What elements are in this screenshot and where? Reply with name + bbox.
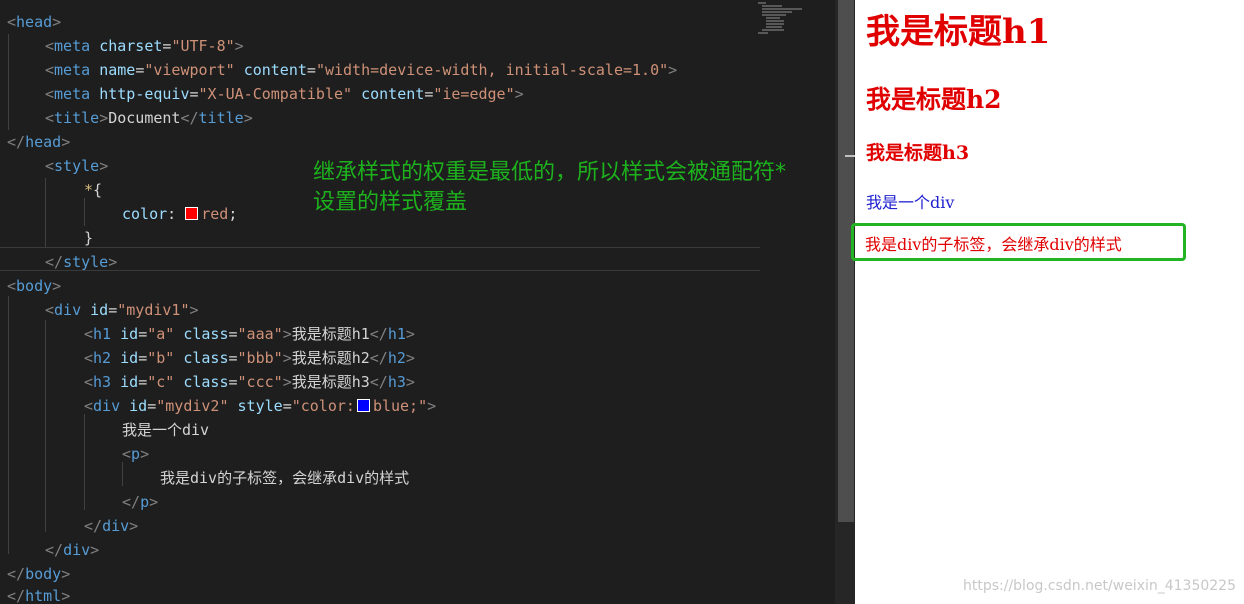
code-line-div-mydiv2[interactable]: <div id="mydiv2" style="color: blue;"> xyxy=(84,394,436,418)
code-line-meta-compat[interactable]: <meta http-equiv="X-UA-Compatible" conte… xyxy=(45,82,524,106)
code-line-div-mydiv1[interactable]: <div id="mydiv1"> xyxy=(45,298,199,322)
code-line-meta-viewport[interactable]: <meta name="viewport" content="width=dev… xyxy=(45,58,677,82)
code-line-h3[interactable]: <h3 id="c" class="ccc">我是标题h3</h3> xyxy=(84,370,415,394)
indent-guide xyxy=(45,320,46,532)
indent-guide xyxy=(45,178,46,248)
code-line-color-red[interactable]: color: red; xyxy=(122,202,237,226)
code-line-body-open[interactable]: <body> xyxy=(7,274,61,298)
code-editor[interactable]: <head> <meta charset="UTF-8"> <meta name… xyxy=(0,0,855,604)
code-line-div-close-inner[interactable]: </div> xyxy=(84,514,138,538)
current-line-border-top xyxy=(0,247,760,248)
indent-guide xyxy=(8,296,9,554)
indent-guide xyxy=(84,198,85,226)
code-line-title[interactable]: <title>Document</title> xyxy=(45,106,253,130)
code-line-html-close[interactable]: </html> xyxy=(7,584,70,604)
code-line-style-open[interactable]: <style> xyxy=(45,154,108,178)
color-swatch-red[interactable] xyxy=(185,207,199,220)
preview-paragraph-text: 我是div的子标签，会继承div的样式 xyxy=(865,235,1122,254)
code-line-style-close[interactable]: </style> xyxy=(45,250,117,274)
preview-div-text: 我是一个div xyxy=(866,193,955,212)
minimap[interactable] xyxy=(758,0,806,40)
indent-guide xyxy=(8,34,9,130)
code-line-p-open[interactable]: <p> xyxy=(122,442,149,466)
scrollbar-marker xyxy=(845,155,855,157)
code-line-p-text[interactable]: 我是div的子标签，会继承div的样式 xyxy=(160,466,409,490)
code-line-meta-charset[interactable]: <meta charset="UTF-8"> xyxy=(45,34,244,58)
vertical-scrollbar-thumb[interactable] xyxy=(838,0,854,522)
browser-preview: 我是标题h1 我是标题h2 我是标题h3 我是一个div 我是div的子标签，会… xyxy=(851,0,1244,604)
preview-heading-h2: 我是标题h2 xyxy=(866,85,1002,114)
code-line-brace-close[interactable]: } xyxy=(84,226,93,250)
annotation-text: 继承样式的权重是最低的，所以样式会被通配符* 设置的样式覆盖 xyxy=(313,160,787,215)
code-line-h2[interactable]: <h2 id="b" class="bbb">我是标题h2</h2> xyxy=(84,346,415,370)
code-line-head-close[interactable]: </head> xyxy=(7,130,70,154)
preview-heading-h3: 我是标题h3 xyxy=(866,142,970,164)
code-line-body-close[interactable]: </body> xyxy=(7,562,70,586)
code-line-h1[interactable]: <h1 id="a" class="aaa">我是标题h1</h1> xyxy=(84,322,415,346)
indent-guide xyxy=(84,414,85,510)
code-line-head-open[interactable]: <head> xyxy=(7,10,61,34)
code-line-universal-selector[interactable]: *{ xyxy=(84,178,102,202)
color-swatch-blue[interactable] xyxy=(356,399,370,412)
code-line-div-text[interactable]: 我是一个div xyxy=(122,418,209,442)
code-line-div-close-outer[interactable]: </div> xyxy=(45,538,99,562)
watermark: https://blog.csdn.net/weixin_41350225 xyxy=(962,578,1236,594)
code-line-p-close[interactable]: </p> xyxy=(122,490,158,514)
preview-heading-h1: 我是标题h1 xyxy=(866,12,1051,52)
